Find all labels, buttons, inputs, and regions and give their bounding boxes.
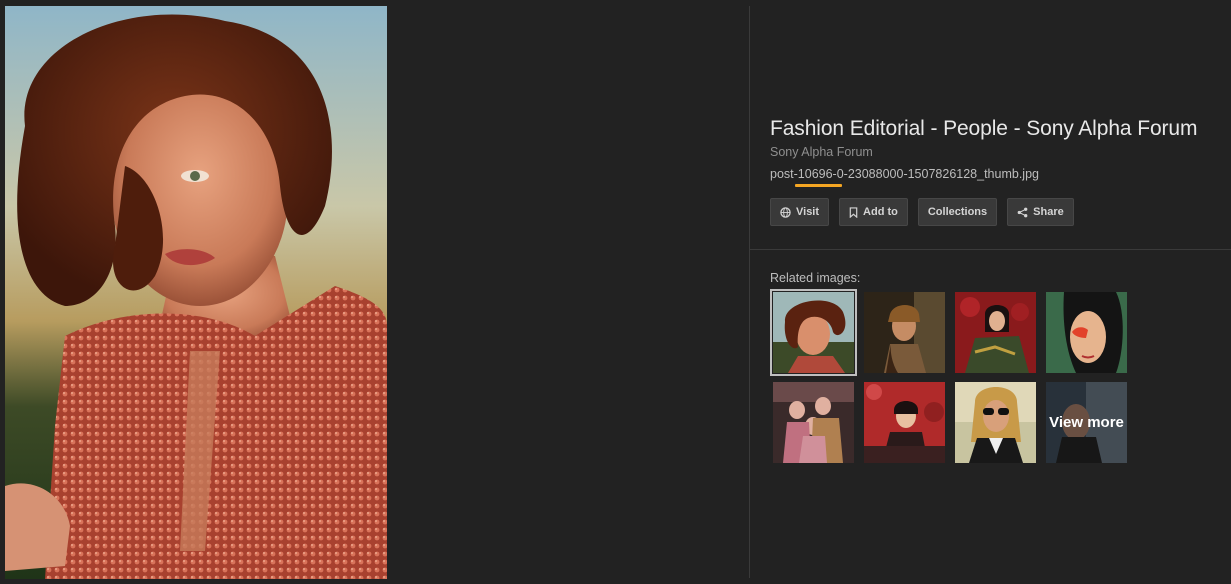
related-image-thumbnail[interactable]	[770, 289, 857, 376]
related-image-thumbnail[interactable]	[864, 292, 945, 373]
bookmark-icon	[849, 206, 858, 218]
globe-icon	[780, 206, 791, 218]
action-bar: Visit Add to Collections Share	[770, 198, 1231, 226]
view-more-thumbnail[interactable]: View more	[1046, 382, 1127, 463]
collections-button-label: Collections	[927, 206, 988, 218]
collections-button[interactable]: Collections	[917, 198, 998, 226]
image-viewer: Fashion Editorial - People - Sony Alpha …	[0, 0, 1231, 584]
related-image-thumbnail[interactable]	[773, 382, 854, 463]
filename-highlight-underline	[795, 184, 842, 187]
related-images-section: Related images: View more	[770, 270, 1231, 463]
related-images-grid: View more	[770, 289, 1231, 463]
image-source[interactable]: Sony Alpha Forum	[770, 144, 1231, 160]
add-to-button[interactable]: Add to	[839, 198, 908, 226]
image-filename: post-10696-0-23088000-1507826128_thumb.j…	[770, 166, 1231, 187]
image-title[interactable]: Fashion Editorial - People - Sony Alpha …	[770, 116, 1231, 142]
related-images-label: Related images:	[770, 271, 861, 285]
panel-divider	[749, 6, 750, 578]
related-image-thumbnail[interactable]	[955, 292, 1036, 373]
image-info-panel: Fashion Editorial - People - Sony Alpha …	[770, 116, 1231, 226]
filename-text: post-10696-0-23088000-1507826128_thumb.j…	[770, 167, 1039, 181]
portrait-image	[5, 6, 387, 579]
main-image-preview[interactable]	[5, 6, 387, 579]
view-more-label: View more	[1046, 382, 1127, 463]
related-image-thumbnail[interactable]	[1046, 292, 1127, 373]
section-divider	[750, 249, 1231, 250]
related-image-thumbnail[interactable]	[955, 382, 1036, 463]
visit-button[interactable]: Visit	[770, 198, 830, 226]
share-button-label: Share	[1033, 206, 1064, 218]
visit-button-label: Visit	[796, 206, 820, 218]
related-image-thumbnail[interactable]	[864, 382, 945, 463]
share-button[interactable]: Share	[1007, 198, 1074, 226]
share-icon	[1017, 207, 1028, 218]
add-to-button-label: Add to	[863, 206, 898, 218]
